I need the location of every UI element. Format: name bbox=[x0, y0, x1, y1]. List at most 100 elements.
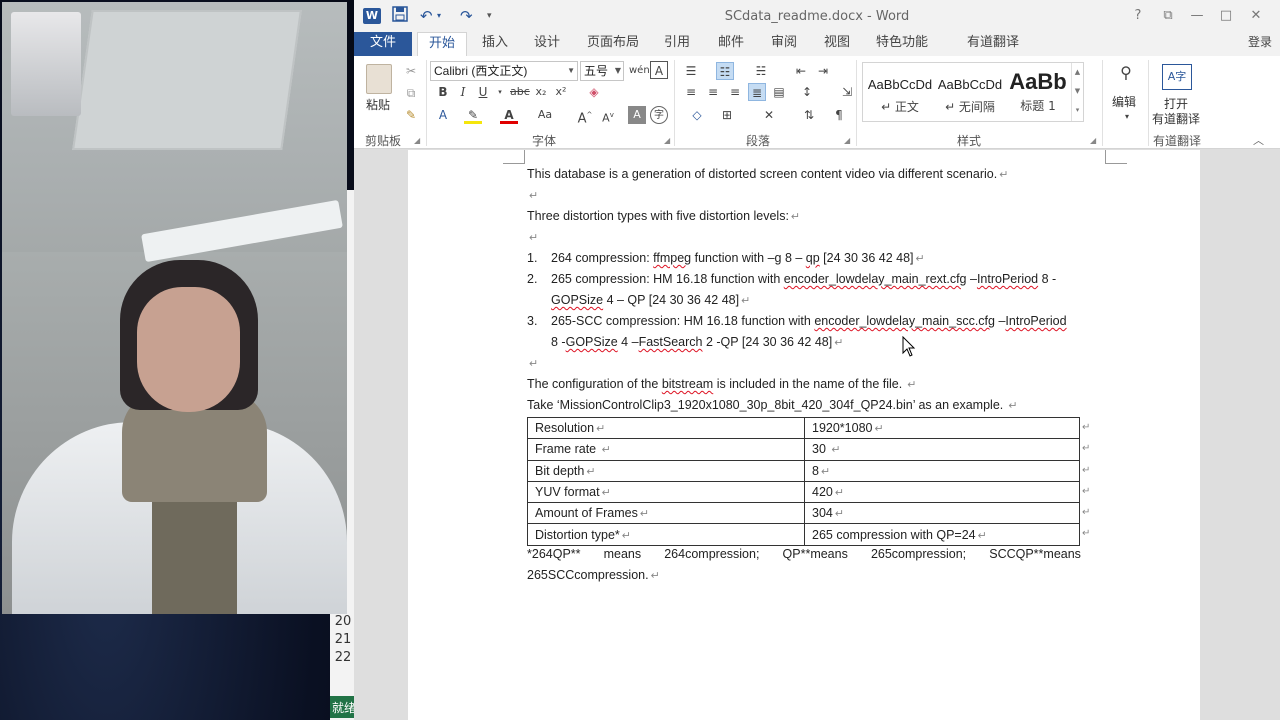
undo-icon[interactable]: ↶ bbox=[420, 6, 433, 26]
document-content[interactable]: This database is a generation of distort… bbox=[527, 164, 1090, 586]
table-cell[interactable]: Amount of Frames ↵ bbox=[527, 502, 805, 525]
increase-indent-icon[interactable]: ⇥ bbox=[814, 62, 832, 80]
align-left-icon[interactable]: ≡ bbox=[682, 83, 700, 101]
table-cell[interactable]: YUV format ↵ bbox=[527, 480, 805, 504]
subscript-icon[interactable]: x₂ bbox=[532, 83, 550, 101]
save-icon[interactable] bbox=[392, 6, 408, 26]
table-cell[interactable]: 420 ↵ bbox=[804, 480, 1080, 504]
chinese-layout-icon[interactable]: ⇲ bbox=[838, 83, 856, 101]
line-spacing-icon[interactable]: ↕ bbox=[798, 83, 816, 101]
list-text: 264 compression: bbox=[551, 251, 654, 265]
tab-mailings[interactable]: 邮件 bbox=[710, 32, 752, 56]
font-family-select[interactable]: Calibri (西文正文) ▼ bbox=[430, 61, 578, 81]
paragraph-launcher-icon[interactable]: ◢ bbox=[844, 136, 850, 145]
bold-icon[interactable]: B bbox=[434, 83, 452, 101]
table-cell[interactable]: Bit depth ↵ bbox=[527, 459, 805, 482]
tab-references[interactable]: 引用 bbox=[656, 32, 698, 56]
underline-icon[interactable]: U bbox=[474, 83, 492, 101]
table-cell[interactable]: Distortion type* ↵ bbox=[527, 523, 805, 546]
justify-icon[interactable]: ≣ bbox=[748, 83, 766, 101]
align-center-icon[interactable]: ≡ bbox=[704, 83, 722, 101]
change-case-icon[interactable]: Aa bbox=[536, 106, 554, 124]
customize-qat-icon[interactable]: ▾ bbox=[487, 6, 492, 26]
chevron-down-icon[interactable]: ▼ bbox=[1072, 82, 1083, 101]
undo-dropdown-icon[interactable]: ▾ bbox=[437, 6, 441, 26]
tab-insert[interactable]: 插入 bbox=[474, 32, 516, 56]
table-cell[interactable]: Frame rate ↵ bbox=[527, 438, 805, 461]
char-shading-icon[interactable]: A bbox=[628, 106, 646, 124]
font-color-icon[interactable]: A bbox=[500, 106, 518, 124]
bullets-icon[interactable]: ☰ bbox=[682, 62, 700, 80]
multilevel-list-icon[interactable]: ☵ bbox=[752, 62, 770, 80]
cell-text: YUV format bbox=[535, 485, 600, 500]
translate-icon[interactable]: A字 bbox=[1162, 64, 1192, 90]
table-cell[interactable]: 8 ↵ bbox=[804, 459, 1080, 482]
styles-scroll[interactable]: ▲ ▼ ▾ bbox=[1071, 63, 1083, 121]
tab-file[interactable]: 文件 bbox=[354, 32, 412, 56]
style-heading-1[interactable]: AaBb 标题 1 bbox=[1005, 67, 1071, 121]
chevron-up-icon[interactable]: ▲ bbox=[1072, 63, 1083, 82]
close-button[interactable]: ✕ bbox=[1245, 6, 1267, 26]
minimize-button[interactable]: — bbox=[1186, 6, 1208, 26]
tab-youdao[interactable]: 有道翻译 bbox=[948, 32, 1038, 56]
enclose-char-icon[interactable]: 字 bbox=[650, 106, 668, 124]
distribute-icon[interactable]: ▤ bbox=[770, 83, 788, 101]
shading-icon[interactable]: ◇ bbox=[688, 106, 706, 124]
show-marks-icon[interactable]: ¶ bbox=[830, 106, 848, 124]
underline-dropdown-icon[interactable]: ▾ bbox=[491, 83, 509, 101]
char-border-icon[interactable]: A bbox=[650, 61, 668, 79]
phonetic-guide-icon[interactable]: wén bbox=[629, 62, 650, 80]
config-table[interactable]: Resolution ↵ 1920*1080 ↵ Frame rate ↵ 30 ↵… bbox=[527, 416, 1080, 546]
grow-font-icon[interactable]: A^ bbox=[576, 106, 594, 126]
table-cell[interactable]: 1920*1080 ↵ bbox=[804, 416, 1080, 440]
font-size-select[interactable]: 五号 ▼ bbox=[580, 61, 624, 81]
align-right-icon[interactable]: ≡ bbox=[726, 83, 744, 101]
font-launcher-icon[interactable]: ◢ bbox=[664, 136, 670, 145]
borders-icon[interactable]: ⊞ bbox=[718, 106, 736, 124]
table-cell[interactable]: 304 ↵ bbox=[804, 502, 1080, 525]
decrease-indent-icon[interactable]: ⇤ bbox=[792, 62, 810, 80]
redo-icon[interactable]: ↷ bbox=[460, 6, 473, 26]
document-page[interactable]: This database is a generation of distort… bbox=[408, 150, 1200, 720]
clipboard-launcher-icon[interactable]: ◢ bbox=[414, 136, 420, 145]
shrink-font-icon[interactable]: Av bbox=[599, 106, 617, 125]
collapse-ribbon-icon[interactable]: ︿ bbox=[1253, 132, 1264, 148]
asian-layout-icon[interactable]: ✕ bbox=[760, 106, 778, 124]
highlight-icon[interactable]: ✎ bbox=[464, 106, 482, 124]
more-icon[interactable]: ▾ bbox=[1072, 101, 1083, 119]
table-cell[interactable]: 30 ↵ bbox=[804, 438, 1080, 461]
text-effects-icon[interactable]: A bbox=[434, 106, 452, 124]
style-normal[interactable]: AaBbCcDd ↵ 正文 bbox=[865, 67, 935, 121]
format-painter-icon[interactable]: ✎ bbox=[402, 106, 420, 124]
paste-icon[interactable] bbox=[366, 64, 392, 94]
tab-layout[interactable]: 页面布局 bbox=[580, 32, 646, 56]
italic-icon[interactable]: I bbox=[454, 83, 472, 101]
tab-features[interactable]: 特色功能 bbox=[869, 32, 935, 56]
tab-view[interactable]: 视图 bbox=[816, 32, 858, 56]
word-app-icon[interactable]: W bbox=[363, 8, 381, 24]
copy-icon[interactable]: ⧉ bbox=[402, 84, 420, 102]
cut-icon[interactable]: ✂ bbox=[402, 62, 420, 80]
numbering-icon[interactable]: ☷ bbox=[716, 62, 734, 80]
table-row: Distortion type* ↵ 265 compression with Q… bbox=[527, 523, 1080, 546]
table-cell[interactable]: 265 compression with QP=24 ↵ bbox=[804, 523, 1080, 546]
style-sample: AaBbCcDd bbox=[867, 77, 933, 92]
strikethrough-icon[interactable]: abc bbox=[510, 83, 530, 101]
maximize-button[interactable]: □ bbox=[1215, 6, 1237, 26]
list-number: 1. bbox=[527, 251, 538, 265]
tab-review[interactable]: 审阅 bbox=[763, 32, 805, 56]
login-link[interactable]: 登录 bbox=[1248, 32, 1272, 52]
superscript-icon[interactable]: x² bbox=[552, 83, 570, 101]
styles-launcher-icon[interactable]: ◢ bbox=[1090, 136, 1096, 145]
sort-icon[interactable]: ⇅ bbox=[800, 106, 818, 124]
ribbon-display-button[interactable]: ⧉ bbox=[1157, 6, 1179, 26]
binoculars-icon[interactable]: ⚲ bbox=[1115, 64, 1137, 86]
help-button[interactable]: ? bbox=[1127, 6, 1149, 26]
style-no-spacing[interactable]: AaBbCcDd ↵ 无间隔 bbox=[935, 67, 1005, 121]
paste-label[interactable]: 粘贴 bbox=[366, 96, 390, 113]
tab-design[interactable]: 设计 bbox=[526, 32, 568, 56]
tab-home[interactable]: 开始 bbox=[417, 32, 467, 56]
table-cell[interactable]: Resolution ↵ bbox=[527, 416, 805, 440]
chevron-down-icon[interactable]: ▾ bbox=[1118, 108, 1136, 126]
clear-formatting-icon[interactable]: ◈ bbox=[585, 83, 603, 101]
